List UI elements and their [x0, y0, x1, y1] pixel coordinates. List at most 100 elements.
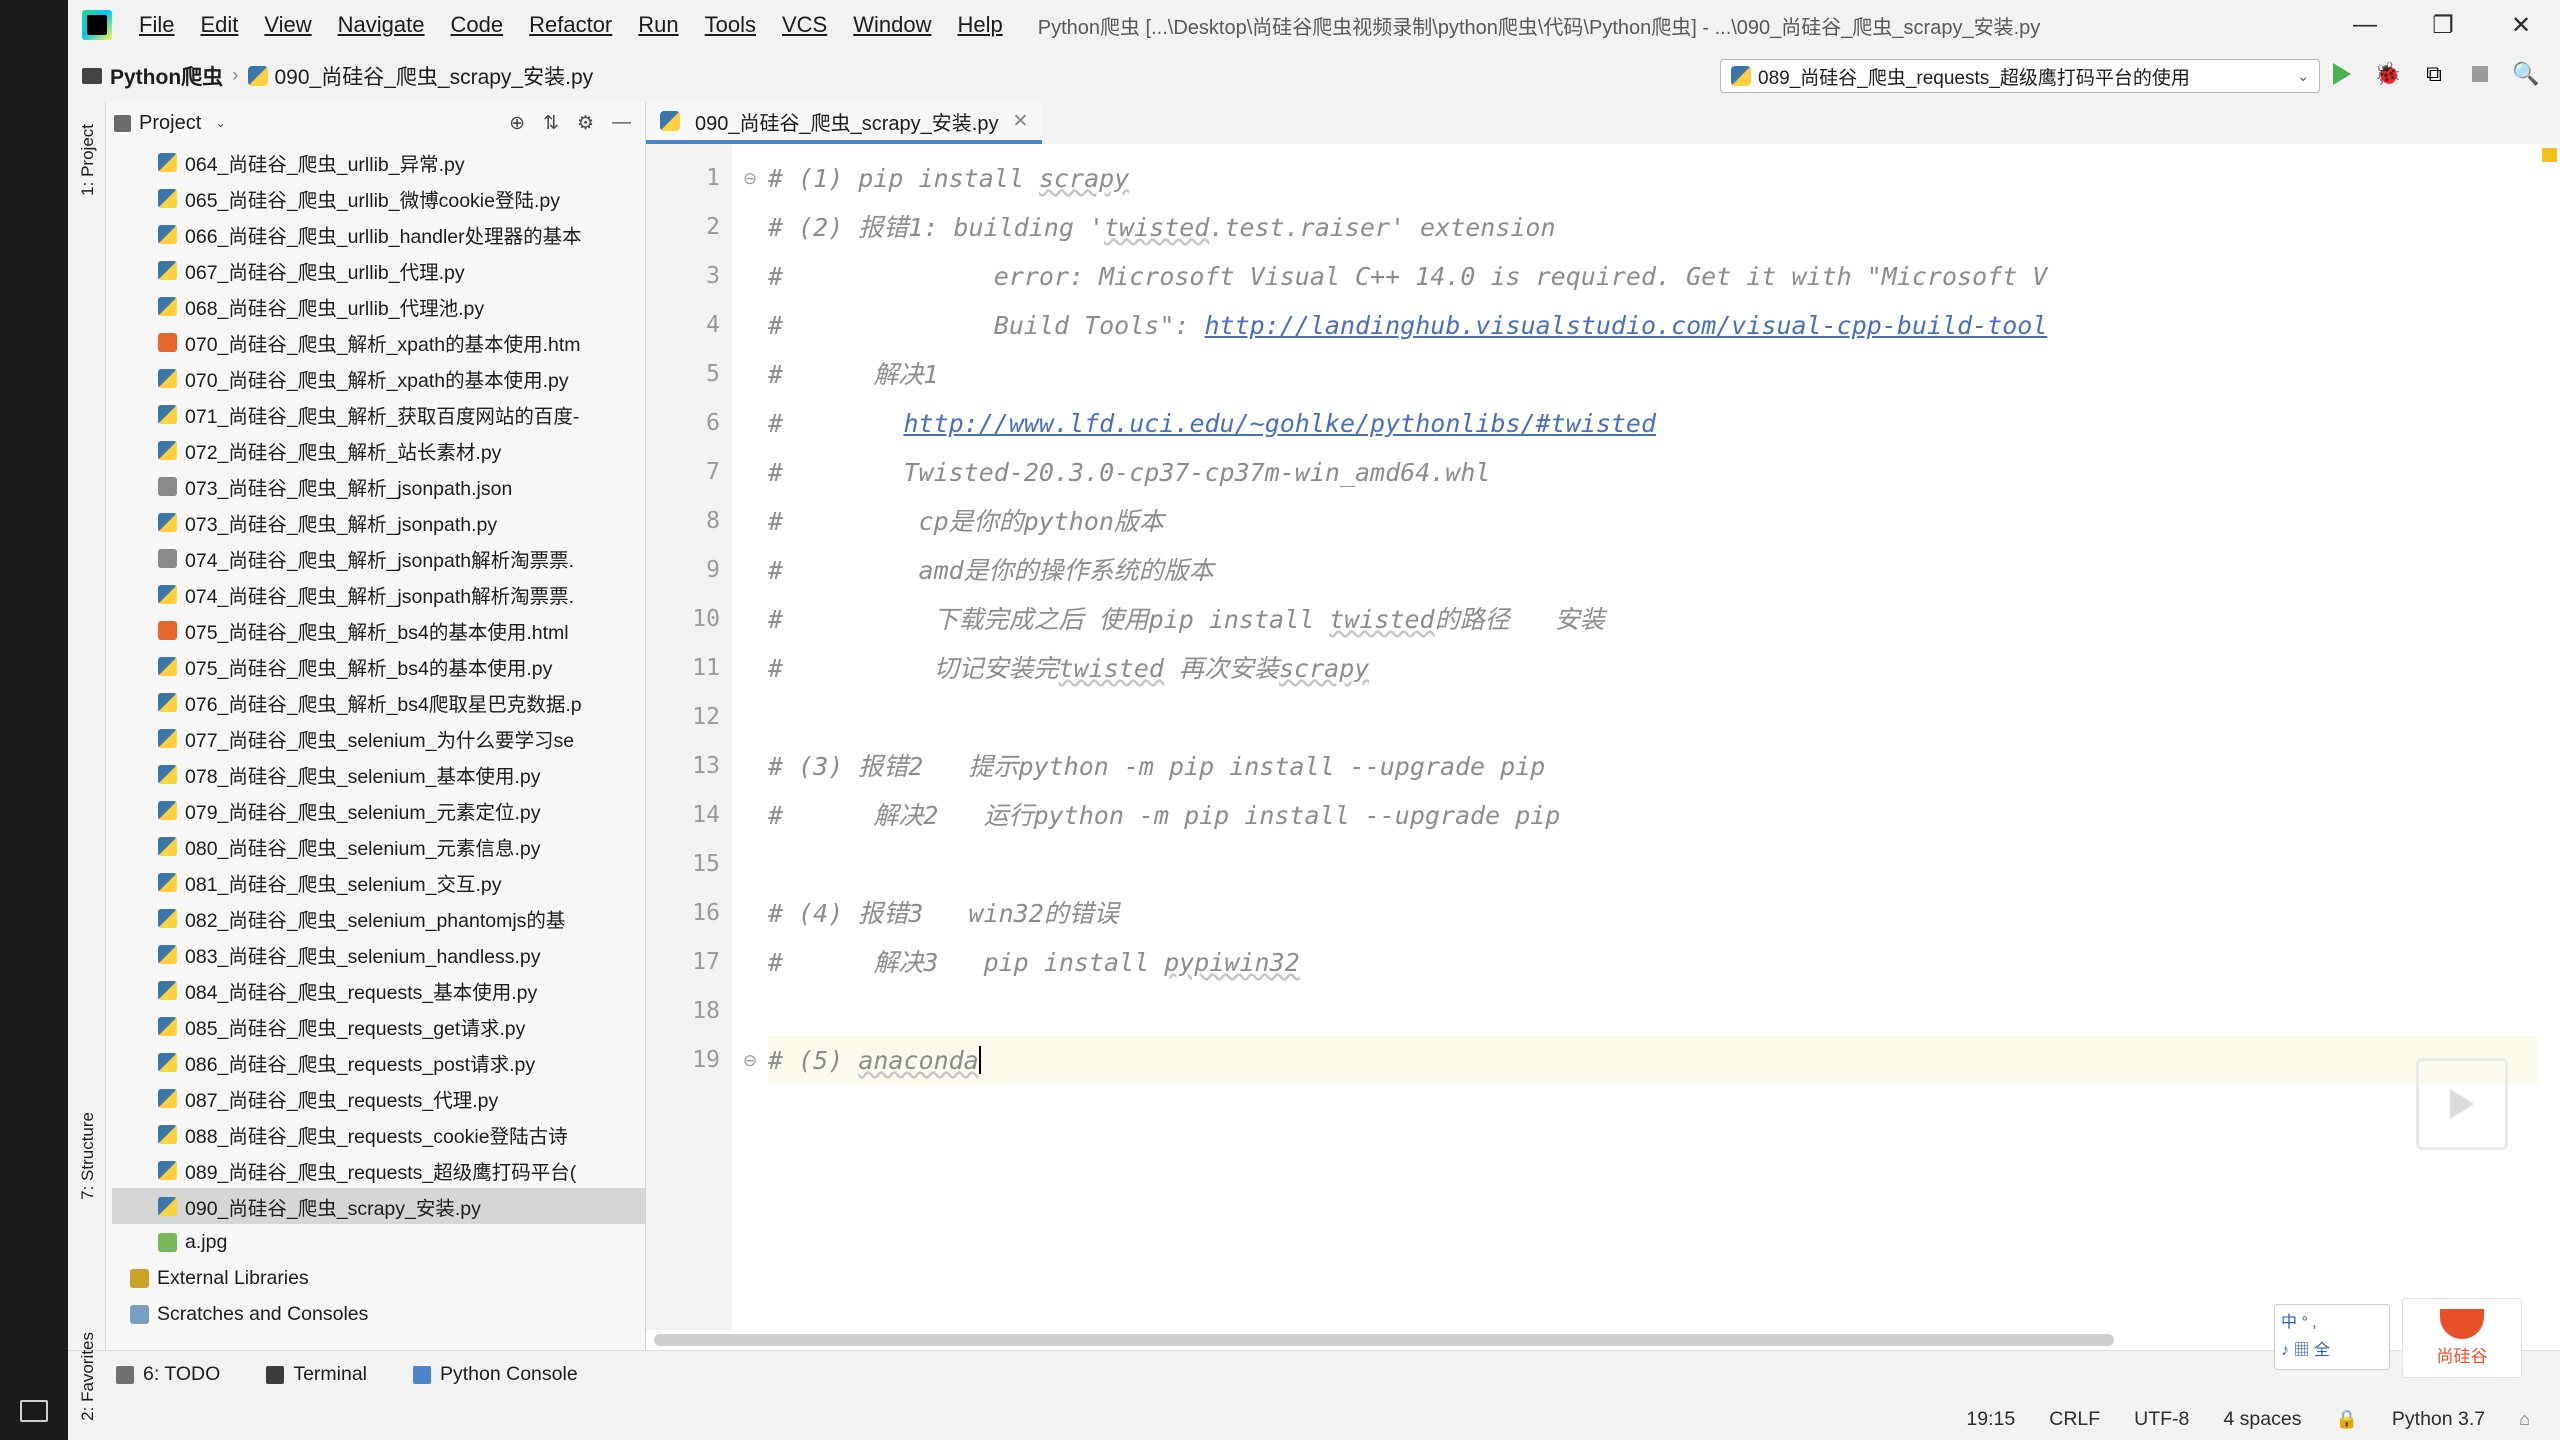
code-line[interactable]: # Build Tools": http://landinghub.visual… — [768, 301, 2560, 350]
code-line[interactable]: # 解决3 pip install pypiwin32 — [768, 938, 2560, 987]
locate-icon[interactable]: ⊕ — [509, 112, 525, 135]
project-tree-item[interactable]: Scratches and Consoles — [112, 1296, 645, 1332]
project-tree-item[interactable]: 076_尚硅谷_爬虫_解析_bs4爬取星巴克数据.p — [112, 684, 645, 720]
code-line[interactable]: # (2) 报错1: building 'twisted.test.raiser… — [768, 203, 2560, 252]
project-tree-item[interactable]: 067_尚硅谷_爬虫_urllib_代理.py — [112, 252, 645, 288]
project-tree[interactable]: 064_尚硅谷_爬虫_urllib_异常.py 065_尚硅谷_爬虫_urllib… — [106, 144, 645, 1350]
project-tree-item[interactable]: 078_尚硅谷_爬虫_selenium_基本使用.py — [112, 756, 645, 792]
breadcrumb-project[interactable]: Python爬虫 — [110, 61, 223, 91]
project-tree-item[interactable]: 084_尚硅谷_爬虫_requests_基本使用.py — [112, 972, 645, 1008]
caret-position[interactable]: 19:15 — [1966, 1408, 2015, 1431]
code-line[interactable]: # (3) 报错2 提示python -m pip install --upgr… — [768, 742, 2560, 791]
code-line[interactable]: # Twisted-20.3.0-cp37-cp37m-win_amd64.wh… — [768, 448, 2560, 497]
run-button[interactable] — [2328, 60, 2356, 88]
project-tree-item[interactable]: 064_尚硅谷_爬虫_urllib_异常.py — [112, 144, 645, 180]
code-line[interactable]: # 解决2 运行python -m pip install --upgrade … — [768, 791, 2560, 840]
project-tree-item[interactable]: 075_尚硅谷_爬虫_解析_bs4的基本使用.html — [112, 612, 645, 648]
code-line[interactable]: # (1) pip install scrapy — [768, 154, 2560, 203]
breadcrumb-file[interactable]: 090_尚硅谷_爬虫_scrapy_安装.py — [275, 61, 594, 91]
vertical-scrollbar[interactable] — [2538, 144, 2560, 1350]
menu-item-edit[interactable]: Edit — [187, 8, 251, 42]
project-tree-item[interactable]: a.jpg — [112, 1224, 645, 1260]
menu-item-file[interactable]: File — [126, 8, 187, 42]
project-tree-item[interactable]: 088_尚硅谷_爬虫_requests_cookie登陆古诗 — [112, 1116, 645, 1152]
project-tree-item[interactable]: 075_尚硅谷_爬虫_解析_bs4的基本使用.py — [112, 648, 645, 684]
project-tree-item[interactable]: 080_尚硅谷_爬虫_selenium_元素信息.py — [112, 828, 645, 864]
project-pane-title-group[interactable]: Project ⌄ — [114, 112, 226, 135]
project-tree-item[interactable]: 066_尚硅谷_爬虫_urllib_handler处理器的基本 — [112, 216, 645, 252]
code-line[interactable]: # (5) anaconda — [768, 1036, 2560, 1085]
horizontal-scrollbar[interactable] — [646, 1330, 2560, 1350]
project-tree-item[interactable]: 082_尚硅谷_爬虫_selenium_phantomjs的基 — [112, 900, 645, 936]
code-link[interactable]: http://www.lfd.uci.edu/~gohlke/pythonlib… — [903, 409, 1656, 438]
code-line[interactable]: # amd是你的操作系统的版本 — [768, 546, 2560, 595]
file-encoding[interactable]: UTF-8 — [2134, 1408, 2189, 1431]
project-tree-item[interactable]: 077_尚硅谷_爬虫_selenium_为什么要学习se — [112, 720, 645, 756]
minimize-button[interactable]: — — [2326, 0, 2404, 50]
code-line[interactable]: # error: Microsoft Visual C++ 14.0 is re… — [768, 252, 2560, 301]
code-line[interactable] — [768, 987, 2560, 1036]
tool-window-python-console[interactable]: Python Console — [413, 1363, 578, 1386]
code-line[interactable] — [768, 840, 2560, 889]
sidebar-tab-favorites[interactable]: 2: Favorites — [78, 1332, 116, 1421]
project-tree-item[interactable]: 089_尚硅谷_爬虫_requests_超级鹰打码平台( — [112, 1152, 645, 1188]
close-button[interactable]: ✕ — [2482, 0, 2560, 50]
project-tree-item[interactable]: 081_尚硅谷_爬虫_selenium_交互.py — [112, 864, 645, 900]
editor-tab-active[interactable]: 090_尚硅谷_爬虫_scrapy_安装.py ✕ — [646, 102, 1043, 144]
maximize-button[interactable]: ❐ — [2404, 0, 2482, 50]
project-tree-item[interactable]: 083_尚硅谷_爬虫_selenium_handless.py — [112, 936, 645, 972]
project-tree-item[interactable]: 085_尚硅谷_爬虫_requests_get请求.py — [112, 1008, 645, 1044]
code-line[interactable]: # (4) 报错3 win32的错误 — [768, 889, 2560, 938]
taskbar-icon[interactable] — [20, 1400, 48, 1422]
collapse-all-icon[interactable]: ⇅ — [543, 112, 559, 135]
project-tree-item[interactable]: 090_尚硅谷_爬虫_scrapy_安装.py — [112, 1188, 645, 1224]
search-everywhere-button[interactable]: 🔍 — [2512, 60, 2540, 88]
menu-item-window[interactable]: Window — [840, 8, 944, 42]
event-log-icon[interactable]: ⌂ — [2519, 1409, 2530, 1430]
scrollbar-thumb[interactable] — [654, 1334, 2114, 1346]
python-interpreter[interactable]: Python 3.7 — [2392, 1408, 2485, 1431]
fold-gutter[interactable]: ⊖ ⊖ — [732, 144, 768, 1350]
code-content[interactable]: # (1) pip install scrapy # (2) 报错1: build… — [768, 144, 2560, 1350]
menu-item-run[interactable]: Run — [625, 8, 691, 42]
project-tree-item[interactable]: 074_尚硅谷_爬虫_解析_jsonpath解析淘票票. — [112, 576, 645, 612]
close-icon[interactable]: ✕ — [1012, 110, 1028, 133]
menu-item-refactor[interactable]: Refactor — [516, 8, 625, 42]
project-tree-item[interactable]: 073_尚硅谷_爬虫_解析_jsonpath.json — [112, 468, 645, 504]
menu-item-navigate[interactable]: Navigate — [325, 8, 438, 42]
project-tree-item[interactable]: External Libraries — [112, 1260, 645, 1296]
indent-setting[interactable]: 4 spaces — [2223, 1408, 2301, 1431]
debug-button[interactable]: 🐞 — [2374, 60, 2402, 88]
code-line[interactable] — [768, 693, 2560, 742]
project-tree-item[interactable]: 087_尚硅谷_爬虫_requests_代理.py — [112, 1080, 645, 1116]
project-tree-item[interactable]: 072_尚硅谷_爬虫_解析_站长素材.py — [112, 432, 645, 468]
hide-icon[interactable]: — — [612, 112, 631, 134]
lock-icon[interactable]: 🔒 — [2335, 1409, 2357, 1430]
project-tree-item[interactable]: 070_尚硅谷_爬虫_解析_xpath的基本使用.htm — [112, 324, 645, 360]
coverage-button[interactable]: ⧉ — [2420, 60, 2448, 88]
menu-item-help[interactable]: Help — [944, 8, 1015, 42]
stop-button[interactable] — [2466, 60, 2494, 88]
code-line[interactable]: # cp是你的python版本 — [768, 497, 2560, 546]
project-tree-item[interactable]: 079_尚硅谷_爬虫_selenium_元素定位.py — [112, 792, 645, 828]
sidebar-tab-structure[interactable]: 7: Structure — [78, 1112, 116, 1200]
line-separator[interactable]: CRLF — [2049, 1408, 2100, 1431]
gear-icon[interactable]: ⚙ — [577, 112, 594, 135]
menu-item-view[interactable]: View — [251, 8, 324, 42]
project-tree-item[interactable]: 068_尚硅谷_爬虫_urllib_代理池.py — [112, 288, 645, 324]
tool-window-terminal[interactable]: Terminal — [266, 1363, 367, 1386]
menu-item-vcs[interactable]: VCS — [769, 8, 840, 42]
project-tree-item[interactable]: 065_尚硅谷_爬虫_urllib_微博cookie登陆.py — [112, 180, 645, 216]
project-tree-item[interactable]: 086_尚硅谷_爬虫_requests_post请求.py — [112, 1044, 645, 1080]
fold-toggle-icon[interactable]: ⊖ — [732, 154, 768, 203]
code-link[interactable]: http://landinghub.visualstudio.com/visua… — [1205, 311, 2048, 340]
sidebar-tab-project[interactable]: 1: Project — [78, 124, 116, 196]
menu-item-tools[interactable]: Tools — [692, 8, 769, 42]
menu-item-code[interactable]: Code — [438, 8, 517, 42]
ime-status-widget[interactable]: 中 ° , ♪ ▦ 全 — [2274, 1304, 2390, 1370]
project-tree-item[interactable]: 073_尚硅谷_爬虫_解析_jsonpath.py — [112, 504, 645, 540]
code-line[interactable]: # 下载完成之后 使用pip install twisted的路径 安装 — [768, 595, 2560, 644]
fold-toggle-icon[interactable]: ⊖ — [732, 1036, 768, 1085]
code-line[interactable]: # http://www.lfd.uci.edu/~gohlke/pythonl… — [768, 399, 2560, 448]
code-line[interactable]: # 解决1 — [768, 350, 2560, 399]
